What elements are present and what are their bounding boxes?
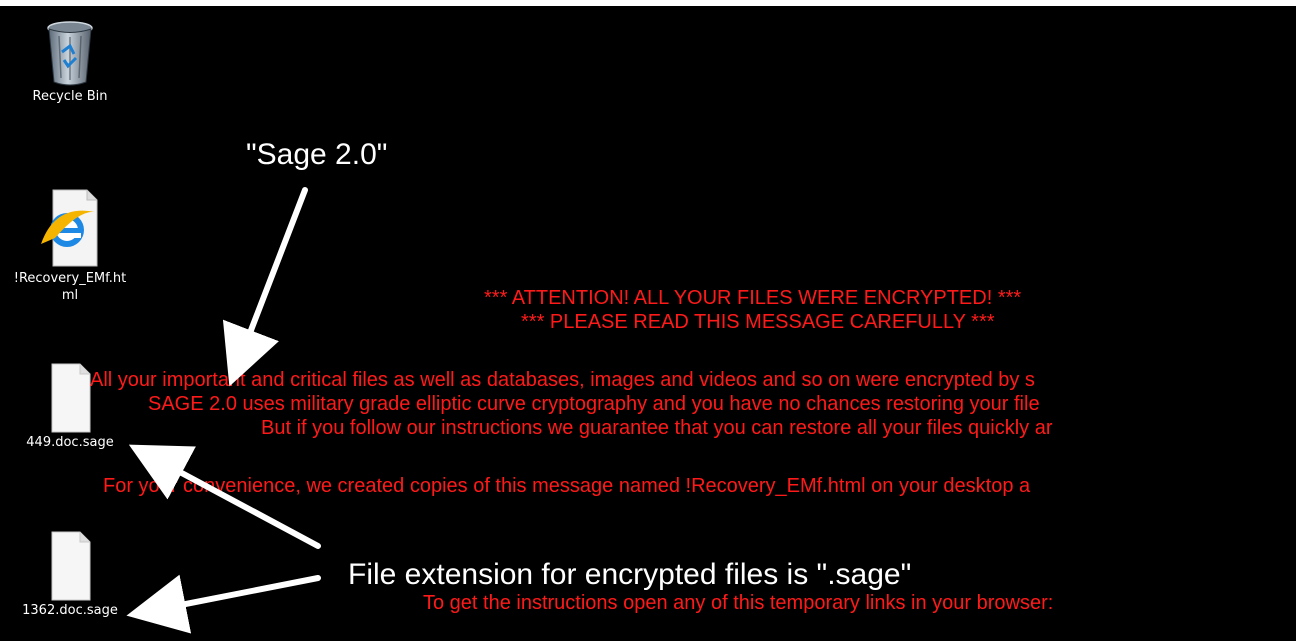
ransom-line-copies: For your convenience, we created copies …: [103, 475, 1031, 497]
blank-document-icon: [51, 531, 91, 601]
arrow-to-449-label: [222, 187, 308, 387]
desktop-icon-recycle-bin[interactable]: Recycle Bin: [0, 18, 140, 105]
ransom-line-files-encrypted: All your important and critical files as…: [90, 369, 1035, 391]
file-449-label: 449.doc.sage: [26, 435, 114, 450]
desktop-icon-recovery-html[interactable]: !Recovery_EMf.html: [0, 186, 140, 304]
annotation-file-extension: File extension for encrypted files is ".…: [348, 558, 912, 591]
ransom-line-instructions: But if you follow our instructions we gu…: [261, 417, 1053, 439]
ransom-heading-read-carefully: *** PLEASE READ THIS MESSAGE CAREFULLY *…: [521, 311, 995, 333]
desktop-icon-1362-doc-sage[interactable]: 1362.doc.sage: [0, 530, 140, 619]
file-1362-label: 1362.doc.sage: [22, 603, 118, 618]
arrow-to-449-file: [128, 444, 321, 549]
ransom-heading-attention: *** ATTENTION! ALL YOUR FILES WERE ENCRY…: [484, 287, 1022, 309]
recycle-bin-icon: [47, 21, 93, 86]
ransom-line-cryptography: SAGE 2.0 uses military grade elliptic cu…: [148, 393, 1040, 415]
recycle-bin-label: Recycle Bin: [32, 89, 108, 104]
arrow-to-1362-file: [126, 574, 321, 634]
desktop: Recycle Bin !Recovery_EMf.html 449.doc.s…: [0, 6, 1296, 641]
internet-explorer-file-icon: [41, 189, 98, 267]
annotation-sage-version: "Sage 2.0": [246, 138, 388, 171]
ransom-line-temporary-links: To get the instructions open any of this…: [423, 592, 1054, 614]
recovery-html-label: !Recovery_EMf.html: [13, 271, 127, 303]
